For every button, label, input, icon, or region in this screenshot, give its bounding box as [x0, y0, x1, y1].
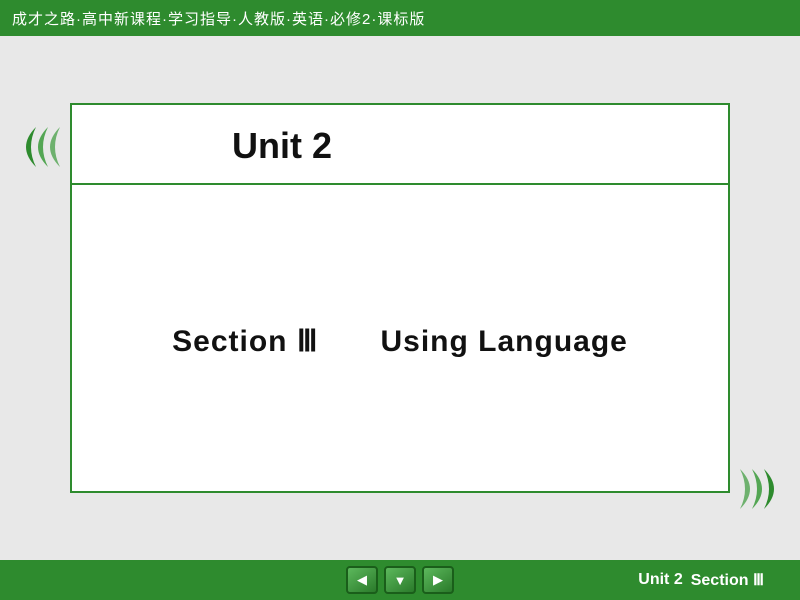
prev-icon: ◀	[357, 572, 367, 588]
content-box: Unit 2 Section Ⅲ Using Language	[70, 103, 730, 493]
next-button[interactable]: ▶	[422, 566, 454, 594]
header-title: 成才之路·高中新课程·学习指导·人教版·英语·必修2·课标版	[12, 8, 425, 29]
section-content: Section Ⅲ Using Language	[72, 185, 728, 491]
unit-header: Unit 2	[72, 105, 728, 185]
left-decoration	[10, 117, 70, 177]
right-decoration	[730, 459, 790, 519]
home-button[interactable]: ▼	[384, 566, 416, 594]
header-bar: 成才之路·高中新课程·学习指导·人教版·英语·必修2·课标版	[0, 0, 800, 36]
section-title: Section Ⅲ Using Language	[172, 316, 628, 360]
left-chevrons-icon	[10, 117, 70, 177]
bottom-bar: ◀ ▼ ▶ Unit 2 Section Ⅲ	[0, 560, 800, 600]
bottom-right-text: Unit 2 Section Ⅲ	[638, 570, 780, 590]
main-content: Unit 2 Section Ⅲ Using Language	[0, 36, 800, 560]
prev-button[interactable]: ◀	[346, 566, 378, 594]
page-wrapper: 成才之路·高中新课程·学习指导·人教版·英语·必修2·课标版 Unit 2 Se…	[0, 0, 800, 600]
unit-label: Unit 2	[232, 125, 332, 167]
next-icon: ▶	[433, 572, 443, 588]
bottom-unit-text: Unit 2	[638, 571, 682, 589]
home-icon: ▼	[394, 573, 407, 588]
nav-buttons: ◀ ▼ ▶	[346, 566, 454, 594]
bottom-section-text: Section Ⅲ	[691, 570, 764, 590]
right-chevrons-icon	[730, 459, 790, 519]
